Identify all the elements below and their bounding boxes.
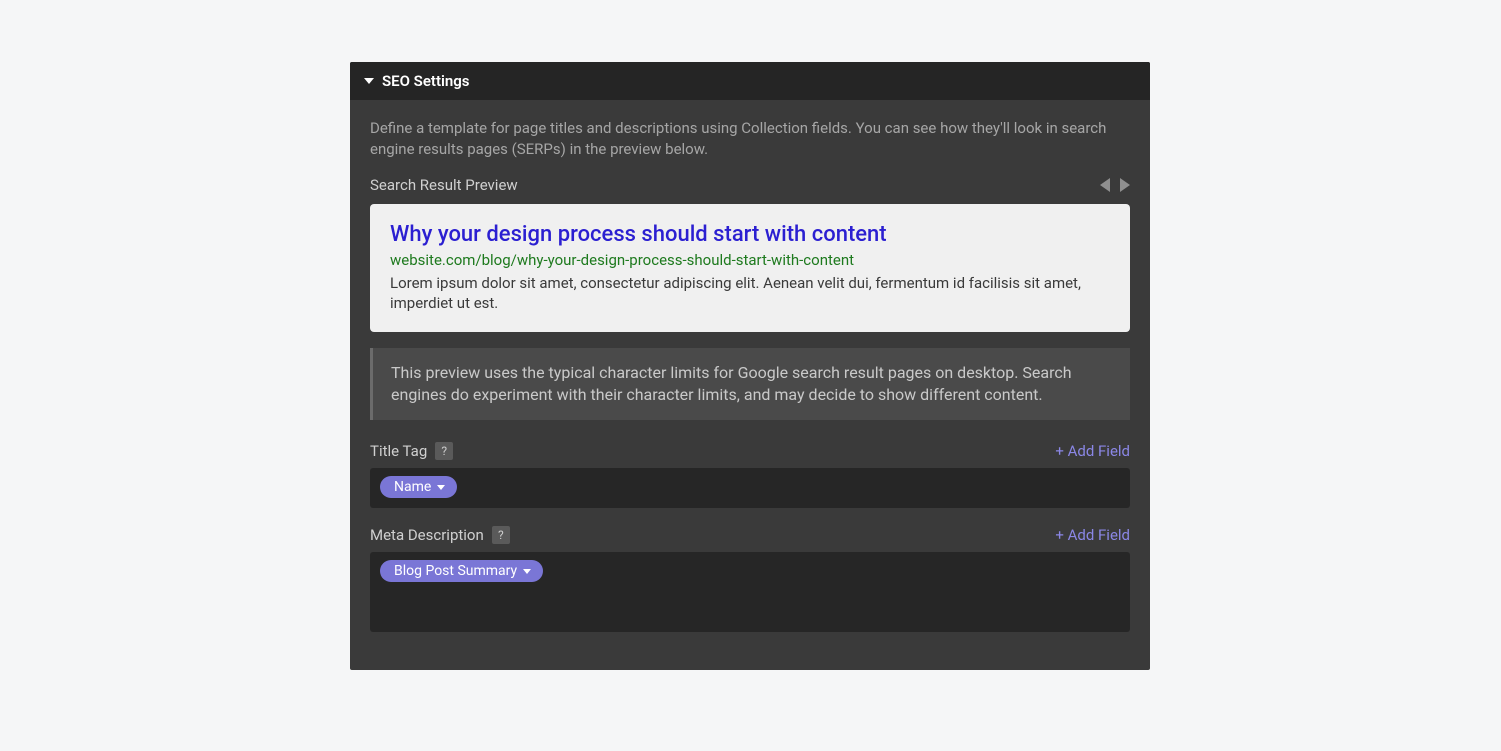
serp-url: website.com/blog/why-your-design-process…	[390, 251, 1110, 269]
title-tag-input[interactable]: Name	[370, 468, 1130, 508]
intro-text: Define a template for page titles and de…	[370, 118, 1130, 160]
title-tag-add-field-button[interactable]: + Add Field	[1055, 442, 1130, 460]
preview-header-row: Search Result Preview	[370, 176, 1130, 194]
chip-label: Blog Post Summary	[394, 563, 517, 579]
serp-preview: Why your design process should start wit…	[370, 204, 1130, 332]
panel-body: Define a template for page titles and de…	[350, 100, 1150, 670]
meta-description-add-field-button[interactable]: + Add Field	[1055, 526, 1130, 544]
title-tag-chip[interactable]: Name	[380, 476, 457, 498]
preview-note: This preview uses the typical character …	[370, 348, 1130, 421]
title-tag-label-wrap: Title Tag ?	[370, 442, 453, 460]
title-tag-header: Title Tag ? + Add Field	[370, 442, 1130, 460]
chip-label: Name	[394, 479, 431, 495]
meta-description-label: Meta Description	[370, 526, 484, 544]
title-tag-label: Title Tag	[370, 442, 427, 460]
prev-arrow-icon[interactable]	[1100, 178, 1110, 192]
title-tag-help-icon[interactable]: ?	[435, 442, 453, 460]
meta-description-chip[interactable]: Blog Post Summary	[380, 560, 543, 582]
chevron-down-icon	[523, 569, 531, 574]
chevron-down-icon	[437, 485, 445, 490]
meta-description-header: Meta Description ? + Add Field	[370, 526, 1130, 544]
panel-title: SEO Settings	[382, 72, 470, 90]
meta-description-input[interactable]: Blog Post Summary	[370, 552, 1130, 632]
preview-nav	[1100, 178, 1130, 192]
panel-header[interactable]: SEO Settings	[350, 62, 1150, 100]
seo-settings-panel: SEO Settings Define a template for page …	[350, 62, 1150, 670]
next-arrow-icon[interactable]	[1120, 178, 1130, 192]
serp-title: Why your design process should start wit…	[390, 222, 1110, 247]
serp-description: Lorem ipsum dolor sit amet, consectetur …	[390, 273, 1110, 314]
meta-description-help-icon[interactable]: ?	[492, 526, 510, 544]
preview-label: Search Result Preview	[370, 176, 518, 194]
meta-description-label-wrap: Meta Description ?	[370, 526, 510, 544]
collapse-icon	[364, 78, 374, 84]
